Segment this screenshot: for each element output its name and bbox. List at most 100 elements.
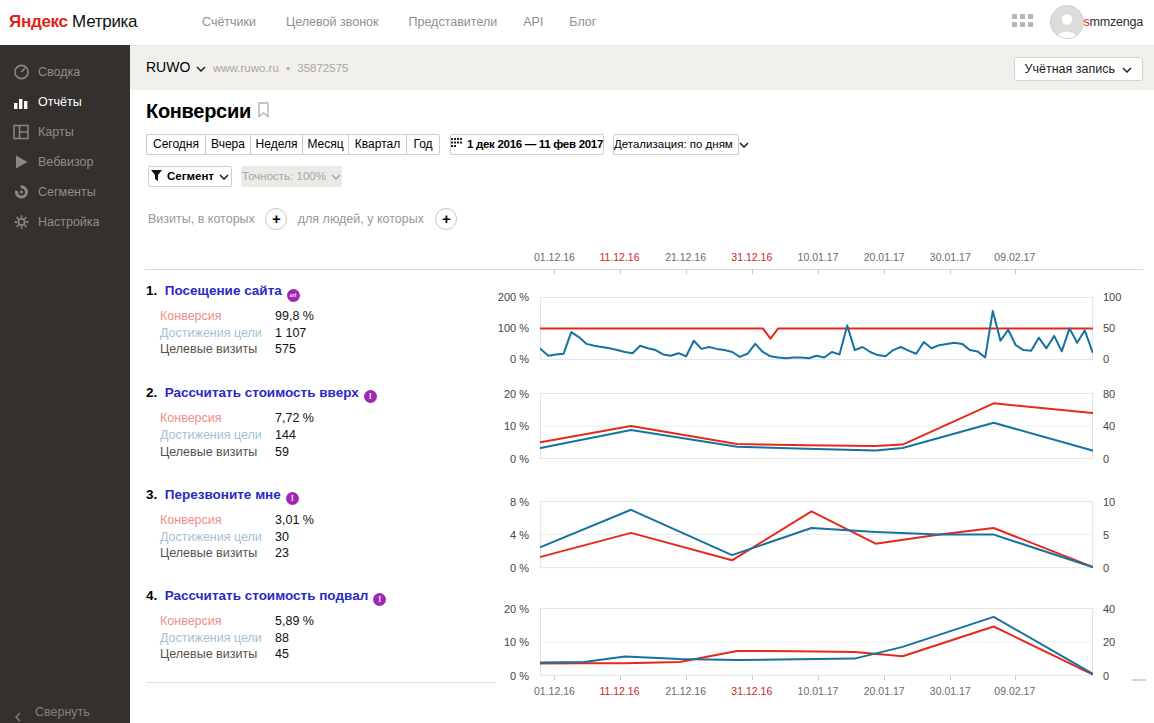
- corner-dash: [1132, 679, 1146, 681]
- bookmark-icon[interactable]: [258, 104, 269, 121]
- sidebar-item-сегменты[interactable]: Сегменты: [0, 177, 130, 207]
- sidebar-item-label: Карты: [38, 125, 74, 139]
- chart-right-axis-label: 50: [1103, 322, 1115, 334]
- chevron-down-icon: [331, 170, 341, 182]
- goal-title-link[interactable]: Перезвоните мне: [165, 487, 281, 502]
- chevron-down-icon: [1122, 58, 1132, 80]
- sidebar-item-вебвизор[interactable]: Вебвизор: [0, 147, 130, 177]
- goal-type-badge-icon[interactable]: url: [287, 289, 300, 302]
- timeline-tick-top: [686, 269, 687, 274]
- goal-stats: Конверсия99,8 %Достижения цели1 107Целев…: [160, 308, 314, 358]
- chart-left-axis-label: 10 %: [481, 636, 529, 648]
- period-button-5[interactable]: Квартал: [348, 134, 406, 155]
- goal-number: 1.: [146, 283, 161, 298]
- goal-stat-row: Достижения цели30: [160, 529, 314, 546]
- stat-label: Целевые визиты: [160, 545, 275, 562]
- logo[interactable]: Яндекс Метрика: [9, 12, 137, 32]
- chart-left-axis-label: 4 %: [481, 529, 529, 541]
- page-title: Конверсии: [146, 100, 251, 123]
- avatar[interactable]: [1050, 5, 1084, 39]
- stat-value: 30: [275, 530, 289, 544]
- stat-label: Достижения цели: [160, 427, 275, 444]
- counter-toolbar: RUWO www.ruwo.ru • 35872575 Учётная запи…: [130, 45, 1154, 90]
- bullet-separator: •: [286, 62, 290, 74]
- sidebar-item-label: Вебвизор: [38, 155, 93, 169]
- nav-item-1[interactable]: Счётчики: [202, 15, 256, 29]
- timeline-date-top: 20.01.17: [854, 251, 914, 263]
- top-header: Яндекс Метрика Счётчики Целевой звонок Пре…: [0, 0, 1154, 45]
- chart-left-axis-label: 0 %: [481, 353, 529, 365]
- goal-type-badge-icon[interactable]: !: [286, 492, 299, 505]
- detail-button[interactable]: Детализация: по дням: [613, 134, 739, 155]
- goal-chart: [540, 297, 1093, 359]
- stat-value: 7,72 %: [275, 411, 314, 425]
- sidebar-item-отчёты[interactable]: Отчёты: [0, 87, 130, 117]
- nav-item-3[interactable]: Представители: [408, 15, 497, 29]
- username[interactable]: smmzenga: [1083, 15, 1143, 29]
- goal-stat-row: Целевые визиты575: [160, 341, 314, 358]
- chart-right-axis-label: 0: [1103, 670, 1109, 682]
- counter-site[interactable]: www.ruwo.ru: [213, 62, 279, 74]
- timeline-date-bottom: 01.12.16: [524, 685, 584, 697]
- calendar-icon: [451, 138, 462, 149]
- sidebar-item-label: Сегменты: [38, 185, 96, 199]
- timeline-date-bottom: 09.02.17: [985, 685, 1045, 697]
- sidebar-item-сводка[interactable]: Сводка: [0, 57, 130, 87]
- logo-metrika: Метрика: [72, 12, 137, 31]
- stat-value: 5,89 %: [275, 614, 314, 628]
- timeline-tick-top: [620, 269, 621, 274]
- detail-label: Детализация: по дням: [614, 138, 733, 150]
- goal-stats: Конверсия7,72 %Достижения цели144Целевые…: [160, 410, 314, 460]
- sidebar-item-настройка[interactable]: Настройка: [0, 207, 130, 237]
- counter-selector[interactable]: RUWO: [146, 59, 206, 75]
- nav-item-4[interactable]: API: [523, 15, 543, 29]
- chart-right-axis-label: 0: [1103, 353, 1109, 365]
- timeline-date-bottom: 11.12.16: [590, 685, 650, 697]
- period-button-6[interactable]: Год: [406, 134, 440, 155]
- timeline-tick-top: [1015, 269, 1016, 274]
- chevron-left-icon: [15, 707, 21, 723]
- account-button[interactable]: Учётная запись: [1014, 57, 1143, 81]
- stat-value: 23: [275, 546, 289, 560]
- chart-left-axis-label: 0 %: [481, 670, 529, 682]
- goal-stat-row: Целевые визиты45: [160, 646, 314, 663]
- goal-title-link[interactable]: Рассчитать стоимость вверх: [165, 385, 359, 400]
- page-title-row: Конверсии: [146, 100, 269, 123]
- goal-stat-row: Конверсия99,8 %: [160, 308, 314, 325]
- period-button-4[interactable]: Месяц: [302, 134, 348, 155]
- chart-left-axis-label: 20 %: [481, 388, 529, 400]
- goal-title-link[interactable]: Посещение сайта: [165, 283, 282, 298]
- apps-grid-icon[interactable]: [1012, 14, 1033, 29]
- goal-title-row: 1. Посещение сайта url: [146, 283, 300, 302]
- date-range-button[interactable]: 1 дек 2016 — 11 фев 2017: [450, 134, 604, 155]
- period-button-3[interactable]: Неделя: [250, 134, 302, 155]
- timeline-date-top: 21.12.16: [656, 251, 716, 263]
- chart-left-axis-label: 200 %: [481, 291, 529, 303]
- period-button-2[interactable]: Вчера: [205, 134, 250, 155]
- goal-type-badge-icon[interactable]: !: [373, 593, 386, 606]
- sidebar-collapse-button[interactable]: Свернуть: [0, 701, 130, 723]
- chart-left-axis-label: 8 %: [481, 496, 529, 508]
- nav-item-5[interactable]: Блог: [569, 15, 596, 29]
- goal-stats: Конверсия5,89 %Достижения цели88Целевые …: [160, 613, 314, 663]
- stat-label: Достижения цели: [160, 529, 275, 546]
- stat-value: 144: [275, 428, 296, 442]
- goal-number: 4.: [146, 588, 161, 603]
- goal-title-link[interactable]: Рассчитать стоимость подвал: [165, 588, 368, 603]
- timeline-date-top: 30.01.17: [920, 251, 980, 263]
- add-visits-condition-button[interactable]: +: [265, 208, 287, 230]
- sidebar-item-карты[interactable]: Карты: [0, 117, 130, 147]
- stat-value: 99,8 %: [275, 309, 314, 323]
- nav-item-2[interactable]: Целевой звонок: [286, 15, 378, 29]
- stat-label: Конверсия: [160, 512, 275, 529]
- add-people-condition-button[interactable]: +: [435, 208, 457, 230]
- period-button-group: СегодняВчераНеделяМесяцКварталГод: [146, 134, 440, 155]
- accuracy-label: Точность: 100%: [242, 170, 326, 182]
- stat-label: Достижения цели: [160, 630, 275, 647]
- goal-chart: [540, 501, 1093, 567]
- accuracy-button[interactable]: Точность: 100%: [241, 166, 342, 187]
- segment-button[interactable]: Сегмент: [148, 166, 232, 187]
- period-button-1[interactable]: Сегодня: [146, 134, 205, 155]
- funnel-icon: [151, 170, 162, 181]
- goal-type-badge-icon[interactable]: !: [364, 390, 377, 403]
